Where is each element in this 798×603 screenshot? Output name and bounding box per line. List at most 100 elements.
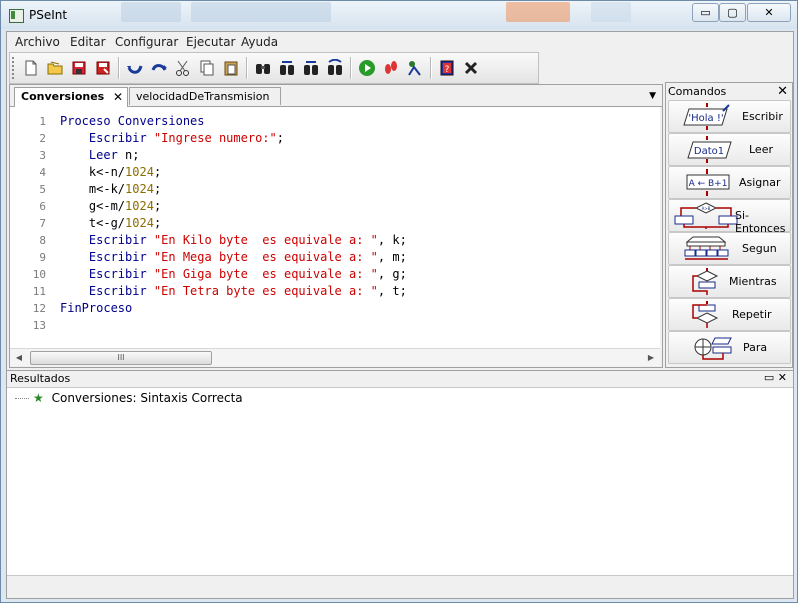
svg-text:'Hola !': 'Hola !' [688,113,723,124]
replace-icon[interactable] [324,57,346,79]
code-token: ; [153,199,162,213]
code-line[interactable]: Escribir "En Tetra byte es equivale a: "… [60,283,407,300]
menu-ayuda[interactable]: Ayuda [241,35,278,49]
code-editor[interactable]: 1 2 3 4 5 6 7 8 9 10 11 12 13 Proceso Conversiones E… [10,107,660,348]
code-token: , t; [377,284,407,298]
tab-list-dropdown-icon[interactable]: ▼ [649,91,656,101]
command-mientras[interactable]: Mientras [668,265,791,298]
results-tree-item[interactable]: ★ Conversiones: Sintaxis Correcta [15,391,243,405]
background-blur [506,2,570,22]
line-number-gutter: 1 2 3 4 5 6 7 8 9 10 11 12 13 [10,113,46,334]
code-token: "En Mega byte es equivale a: " [153,250,378,264]
code-line[interactable]: g<-m/1024; [60,198,407,215]
code-token: Leer [60,148,126,162]
code-line[interactable]: Proceso Conversiones [60,113,407,130]
find-next-icon[interactable] [276,57,298,79]
new-file-icon[interactable] [20,57,42,79]
command-label: Leer [749,143,773,156]
code-line[interactable]: FinProceso [60,300,407,317]
menu-bar: Archivo Editar Configurar Ejecutar Ayuda [7,32,793,52]
explain-icon[interactable] [404,57,426,79]
code-line[interactable]: Leer n; [60,147,407,164]
results-window-buttons[interactable]: ▭ ✕ [764,371,787,384]
redo-icon[interactable] [148,57,170,79]
command-asignar[interactable]: A ← B+1 Asignar [668,166,791,199]
paste-icon[interactable] [220,57,242,79]
menu-ejecutar[interactable]: Ejecutar [186,35,236,49]
code-line[interactable]: Escribir "En Mega byte es equivale a: ",… [60,249,407,266]
line-number: 10 [32,268,46,281]
code-token: m<-k/ [60,182,126,196]
editor-tabs: Conversiones ✕ velocidadDeTransmision ▼ [10,85,662,107]
line-number: 12 [32,302,46,315]
step-by-step-icon[interactable] [380,57,402,79]
run-icon[interactable] [356,57,378,79]
minimize-button[interactable]: ▭ [692,3,719,22]
window-title: PSeInt [29,8,68,22]
background-blur [191,2,331,22]
tab-close-icon[interactable]: ✕ [113,88,123,106]
code-token: , m; [377,250,407,264]
escribir-flow-icon: 'Hola !' [683,103,730,130]
tab-velocidaddetransmision[interactable]: velocidadDeTransmision [129,87,281,105]
toolbar-separator [430,57,432,79]
asignar-flow-icon: A ← B+1 [686,169,730,196]
find-previous-icon[interactable] [300,57,322,79]
tab-conversiones[interactable]: Conversiones ✕ [14,87,128,107]
results-header: Resultados ▭ ✕ [7,371,793,388]
code-text[interactable]: Proceso Conversiones Escribir "Ingrese n… [60,113,407,334]
command-para[interactable]: Para [668,331,791,364]
command-leer[interactable]: Dato1 Leer [668,133,791,166]
code-line[interactable] [60,317,407,334]
line-number: 5 [39,183,46,196]
tab-label: Conversiones [21,90,105,103]
svg-text:?: ? [445,65,450,75]
menu-configurar[interactable]: Configurar [115,35,178,49]
code-token: Escribir [60,267,154,281]
menu-editar[interactable]: Editar [70,35,106,49]
scroll-right-icon[interactable]: ▶ [644,351,658,364]
copy-icon[interactable] [196,57,218,79]
commands-close-icon[interactable]: ✕ [777,84,788,99]
menu-archivo[interactable]: Archivo [15,35,60,49]
line-number: 4 [39,166,46,179]
line-number: 1 [39,115,46,128]
title-bar[interactable]: PSeInt ▭ ▢ ✕ [1,1,797,29]
tree-connector [15,398,29,399]
command-si-entonces[interactable]: A>B Si-Entonces [668,199,791,235]
command-segun[interactable]: Segun [668,232,791,265]
code-line[interactable]: t<-g/1024; [60,215,407,232]
results-title: Resultados [10,372,71,385]
close-file-icon[interactable] [460,57,482,79]
command-label: Segun [742,242,777,255]
code-token: ; [153,165,162,179]
code-token: Conversiones [117,114,205,128]
open-file-icon[interactable] [44,57,66,79]
line-number: 3 [39,149,46,162]
undo-icon[interactable] [124,57,146,79]
close-button[interactable]: ✕ [747,3,791,22]
restore-icon: ▢ [727,6,738,19]
command-escribir[interactable]: 'Hola !' Escribir [668,100,791,133]
line-number: 11 [32,285,46,298]
code-line[interactable]: Escribir "En Kilo byte es equivale a: ",… [60,232,407,249]
code-line[interactable]: m<-k/1024; [60,181,407,198]
toolbar-grip[interactable] [12,57,17,79]
code-line[interactable]: k<-n/1024; [60,164,407,181]
code-line[interactable]: Escribir "Ingrese numero:"; [60,130,407,147]
find-icon[interactable] [252,57,274,79]
code-line[interactable]: Escribir "En Giga byte es equivale a: ",… [60,266,407,283]
help-icon[interactable]: ? [436,57,458,79]
leer-flow-icon: Dato1 [687,136,732,163]
cut-icon[interactable] [172,57,194,79]
code-token: , g; [377,267,407,281]
command-repetir[interactable]: Repetir [668,298,791,331]
horizontal-scrollbar[interactable]: ◀ III ▶ [10,348,660,366]
scroll-thumb[interactable]: III [30,351,212,365]
restore-button[interactable]: ▢ [719,3,746,22]
save-icon[interactable] [68,57,90,79]
scroll-left-icon[interactable]: ◀ [12,351,26,364]
save-as-icon[interactable] [92,57,114,79]
main-area: Archivo Editar Configurar Ejecutar Ayuda [6,31,794,599]
segun-flow-icon [684,236,729,260]
